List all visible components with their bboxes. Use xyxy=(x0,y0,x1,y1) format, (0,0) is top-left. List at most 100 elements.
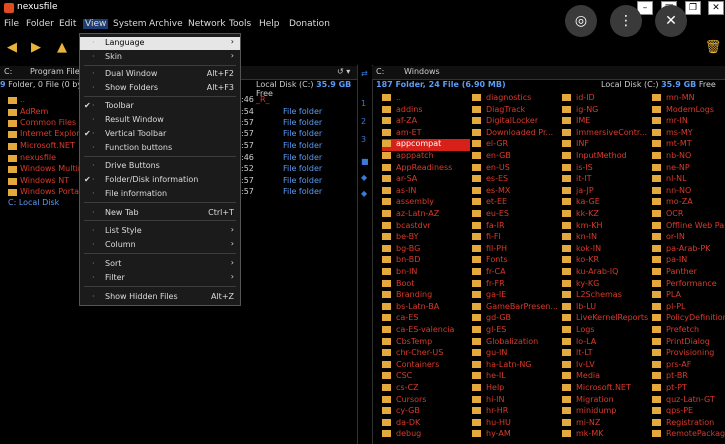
right-path-bar[interactable]: C: Windows xyxy=(372,66,725,80)
list-item[interactable]: hy-AM xyxy=(472,429,560,441)
list-item[interactable]: or-IN xyxy=(652,232,725,244)
list-item[interactable]: nn-NO xyxy=(652,186,725,198)
list-item[interactable]: fa-IR xyxy=(472,221,560,233)
drive-item[interactable]: C: Local Disk xyxy=(8,198,59,207)
menu-item-funcbtns[interactable]: · Function buttons xyxy=(80,142,240,155)
menu-help[interactable]: Help xyxy=(259,19,280,29)
list-item[interactable]: es-ES xyxy=(472,174,560,186)
close-overlay-icon[interactable]: ✕ xyxy=(655,5,687,37)
drive-5-icon[interactable]: ◆ xyxy=(361,173,367,182)
list-item[interactable]: AppReadiness xyxy=(382,163,470,175)
menu-tools[interactable]: Tools xyxy=(229,19,251,29)
list-item[interactable]: Help xyxy=(472,383,560,395)
list-item[interactable]: diagnostics xyxy=(472,93,560,105)
list-item[interactable]: pl-PL xyxy=(652,302,725,314)
list-item[interactable]: en-US xyxy=(472,163,560,175)
left-path-drive[interactable]: C: xyxy=(4,67,12,76)
list-item[interactable]: LiveKernelReports xyxy=(562,313,650,325)
list-item[interactable]: Registration xyxy=(652,418,725,430)
drive-1-icon[interactable]: 1 xyxy=(361,99,366,108)
close-icon[interactable]: ✕ xyxy=(708,1,724,15)
list-item[interactable]: hi-IN xyxy=(472,395,560,407)
list-item[interactable]: mr-IN xyxy=(652,116,725,128)
list-item[interactable]: chr-Cher-US xyxy=(382,348,470,360)
more-icon[interactable]: ⋮ xyxy=(610,5,642,37)
left-refresh-icon[interactable]: ↺ ▾ xyxy=(337,67,350,76)
list-item[interactable]: Cursors xyxy=(382,395,470,407)
menu-system[interactable]: System xyxy=(113,19,147,29)
list-item[interactable]: Performance xyxy=(652,279,725,291)
list-item[interactable]: id-ID xyxy=(562,93,650,105)
menu-item-drivebtns[interactable]: · Drive Buttons xyxy=(80,160,240,173)
list-item[interactable]: lo-LA xyxy=(562,337,650,349)
list-item[interactable]: Windows NT xyxy=(20,176,69,185)
menu-file[interactable]: File xyxy=(4,19,19,29)
menu-item-hidden[interactable]: · Show Hidden Files Alt+Z xyxy=(80,291,240,304)
list-item[interactable]: ar-SA xyxy=(382,174,470,186)
list-item[interactable]: cs-CZ xyxy=(382,383,470,395)
right-path-drive[interactable]: C: xyxy=(376,67,384,76)
list-item[interactable]: CbsTemp xyxy=(382,337,470,349)
list-item[interactable]: Provisioning xyxy=(652,348,725,360)
list-item[interactable]: is-IS xyxy=(562,163,650,175)
list-item[interactable]: ka-GE xyxy=(562,197,650,209)
list-item[interactable]: af-ZA xyxy=(382,116,470,128)
menu-edit[interactable]: Edit xyxy=(59,19,76,29)
menu-item-dual[interactable]: · Dual Window Alt+F2 xyxy=(80,68,240,81)
list-item[interactable]: Branding xyxy=(382,290,470,302)
list-item[interactable]: .. xyxy=(382,93,470,105)
list-item[interactable]: el-GR xyxy=(472,139,560,151)
list-item[interactable]: km-KH xyxy=(562,221,650,233)
drive-4-icon[interactable]: ■ xyxy=(361,157,369,166)
list-item[interactable]: RemotePackage xyxy=(652,429,725,441)
list-item[interactable]: it-IT xyxy=(562,174,650,186)
list-item[interactable]: pt-BR xyxy=(652,371,725,383)
list-item[interactable]: Globalization xyxy=(472,337,560,349)
list-item[interactable]: hr-HR xyxy=(472,406,560,418)
list-item[interactable]: et-EE xyxy=(472,197,560,209)
list-item[interactable]: ca-ES-valencia xyxy=(382,325,470,337)
list-item[interactable]: es-MX xyxy=(472,186,560,198)
list-item[interactable]: nexusfile xyxy=(20,153,56,162)
list-item[interactable]: DigitalLocker xyxy=(472,116,560,128)
menu-item-newtab[interactable]: · New Tab Ctrl+T xyxy=(80,207,240,220)
list-item[interactable]: Prefetch xyxy=(652,325,725,337)
list-item[interactable]: ku-Arab-IQ xyxy=(562,267,650,279)
list-item[interactable]: InputMethod xyxy=(562,151,650,163)
list-item[interactable]: quz-Latn-GT xyxy=(652,395,725,407)
list-item[interactable]: he-IL xyxy=(472,371,560,383)
list-item[interactable]: OCR xyxy=(652,209,725,221)
list-item[interactable]: ko-KR xyxy=(562,255,650,267)
list-item[interactable]: PrintDialog xyxy=(652,337,725,349)
list-item[interactable]: mn-MN xyxy=(652,93,725,105)
list-item[interactable]: hu-HU xyxy=(472,418,560,430)
menu-item-diskinfo[interactable]: ✔ · Folder/Disk information xyxy=(80,174,240,187)
list-item[interactable]: gl-ES xyxy=(472,325,560,337)
list-item[interactable]: fr-CA xyxy=(472,267,560,279)
list-item[interactable]: debug xyxy=(382,429,470,441)
menu-item-vtoolbar[interactable]: ✔ · Vertical Toolbar xyxy=(80,128,240,141)
back-icon[interactable]: ◀ xyxy=(3,39,21,57)
list-item[interactable]: kk-KZ xyxy=(562,209,650,221)
list-item[interactable]: .. xyxy=(20,95,25,104)
list-item[interactable]: eu-ES xyxy=(472,209,560,221)
list-item[interactable]: pt-PT xyxy=(652,383,725,395)
list-item[interactable]: assembly xyxy=(382,197,470,209)
list-item[interactable]: ha-Latn-NG xyxy=(472,360,560,372)
list-item[interactable]: fr-FR xyxy=(472,279,560,291)
list-item[interactable]: addins xyxy=(382,105,470,117)
list-item[interactable]: am-ET xyxy=(382,128,470,140)
list-item[interactable]: bn-BD xyxy=(382,255,470,267)
list-item[interactable]: ms-MY xyxy=(652,128,725,140)
list-item[interactable]: lb-LU xyxy=(562,302,650,314)
menu-archive[interactable]: Archive xyxy=(149,19,183,29)
list-item[interactable]: AdRem xyxy=(20,107,48,116)
list-item[interactable]: lv-LV xyxy=(562,360,650,372)
list-item[interactable]: ig-NG xyxy=(562,105,650,117)
list-item[interactable]: Microsoft.NET xyxy=(562,383,650,395)
list-item[interactable]: as-IN xyxy=(382,186,470,198)
list-item[interactable]: DiagTrack xyxy=(472,105,560,117)
list-item[interactable]: ImmersiveContr... xyxy=(562,128,650,140)
lens-icon[interactable]: ◎ xyxy=(565,5,597,37)
list-item[interactable]: Fonts xyxy=(472,255,560,267)
